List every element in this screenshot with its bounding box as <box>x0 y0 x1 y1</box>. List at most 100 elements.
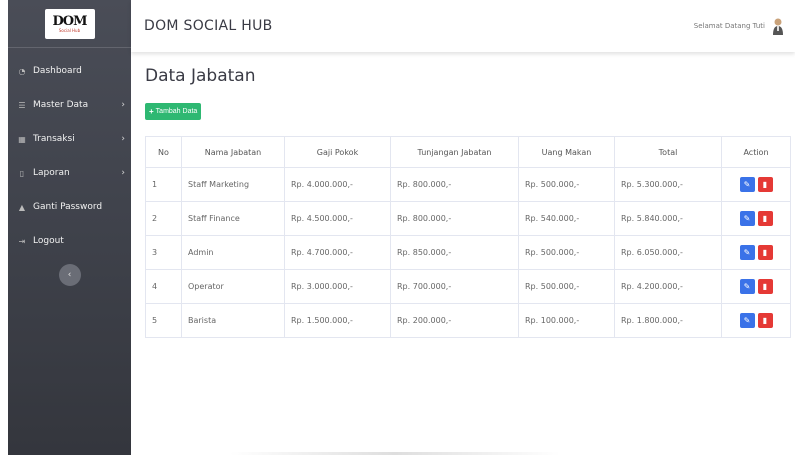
delete-button[interactable]: ▮ <box>757 279 773 294</box>
trash-icon: ▮ <box>762 282 768 291</box>
action-cell: ✎ ▮ <box>721 235 791 270</box>
sidebar-item-dashboard[interactable]: ◔ Dashboard <box>8 54 131 88</box>
table-cell: Rp. 4.000.000,- <box>284 167 391 202</box>
table-row: 5 Barista Rp. 1.500.000,- Rp. 200.000,- Rp. … <box>145 303 791 338</box>
action-buttons: ✎ ▮ <box>728 279 784 294</box>
delete-button[interactable]: ▮ <box>757 177 773 192</box>
sidebar-item-label: Ganti Password <box>33 202 103 212</box>
delete-button[interactable]: ▮ <box>757 313 773 328</box>
table-cell: Rp. 3.000.000,- <box>284 269 391 304</box>
sidebar-item-master-data[interactable]: ☰ Master Data › <box>8 88 131 122</box>
sidebar-toggle-button[interactable]: ‹ <box>58 264 81 286</box>
table-cell: Rp. 1.800.000,- <box>614 303 722 338</box>
column-header: Gaji Pokok <box>284 136 391 168</box>
table-cell: Rp. 5.300.000,- <box>614 167 722 202</box>
trash-icon: ▮ <box>762 248 768 257</box>
table-cell: Rp. 700.000,- <box>390 269 519 304</box>
logo[interactable]: DOM Social Hub <box>44 8 95 39</box>
table-cell: Barista <box>181 303 285 338</box>
action-cell: ✎ ▮ <box>721 303 791 338</box>
delete-button[interactable]: ▮ <box>757 211 773 226</box>
chevron-right-icon: › <box>121 100 125 110</box>
file-icon: ▯ <box>19 168 25 178</box>
edit-icon: ✎ <box>743 214 751 223</box>
jabatan-table: No Nama Jabatan Gaji Pokok Tunjangan Jab… <box>145 136 791 338</box>
action-cell: ✎ ▮ <box>721 269 791 304</box>
table-cell: Rp. 4.700.000,- <box>284 235 391 270</box>
chevron-left-icon: ‹ <box>67 270 72 280</box>
column-header: Tunjangan Jabatan <box>390 136 519 168</box>
sidebar-item-laporan[interactable]: ▯ Laporan › <box>8 156 131 190</box>
avatar[interactable] <box>771 17 785 35</box>
table-cell: Admin <box>181 235 285 270</box>
brand[interactable]: DOM Social Hub <box>8 0 131 48</box>
table-cell: 5 <box>145 303 182 338</box>
table-cell: Rp. 500.000,- <box>518 167 615 202</box>
table-cell: Rp. 540.000,- <box>518 201 615 236</box>
action-buttons: ✎ ▮ <box>728 245 784 260</box>
delete-button[interactable]: ▮ <box>757 245 773 260</box>
sidebar-item-label: Dashboard <box>33 66 82 76</box>
column-header: Uang Makan <box>518 136 615 168</box>
add-data-button[interactable]: + Tambah Data <box>145 103 202 120</box>
table-cell: 1 <box>145 167 182 202</box>
table-row: 4 Operator Rp. 3.000.000,- Rp. 700.000,- Rp.… <box>145 269 791 304</box>
table-cell: 2 <box>145 201 182 236</box>
logo-subtext: Social Hub <box>58 27 81 33</box>
column-header: Total <box>614 136 722 168</box>
chevron-right-icon: › <box>121 134 125 144</box>
action-buttons: ✎ ▮ <box>728 211 784 226</box>
table-row: 3 Admin Rp. 4.700.000,- Rp. 850.000,- Rp. 50… <box>145 235 791 270</box>
table-cell: Rp. 800.000,- <box>390 167 519 202</box>
edit-icon: ✎ <box>743 282 751 291</box>
sidebar-item-label: Logout <box>33 236 64 246</box>
edit-button[interactable]: ✎ <box>739 177 755 192</box>
table-cell: Rp. 200.000,- <box>390 303 519 338</box>
edit-icon: ✎ <box>743 180 751 189</box>
table-cell: Rp. 100.000,- <box>518 303 615 338</box>
plus-icon: + <box>149 107 154 116</box>
table-row: 2 Staff Finance Rp. 4.500.000,- Rp. 800.000… <box>145 201 791 236</box>
column-header: Nama Jabatan <box>181 136 285 168</box>
page-title: Data Jabatan <box>145 66 256 86</box>
table-cell: 3 <box>145 235 182 270</box>
main-content: Data Jabatan + Tambah Data No Nama Jabat… <box>131 52 795 455</box>
user-avatar-icon <box>773 18 783 35</box>
sidebar-item-transaksi[interactable]: ▦ Transaksi › <box>8 122 131 156</box>
table-icon: ▦ <box>18 134 26 144</box>
edit-icon: ✎ <box>743 316 751 325</box>
sidebar-nav: ◔ Dashboard ☰ Master Data › ▦ Transaksi … <box>8 54 131 258</box>
table-cell: Rp. 500.000,- <box>518 235 615 270</box>
table-cell: Rp. 4.500.000,- <box>284 201 391 236</box>
lock-icon: ▲ <box>18 202 26 212</box>
action-cell: ✎ ▮ <box>721 201 791 236</box>
table-cell: Rp. 1.500.000,- <box>284 303 391 338</box>
table-cell: Staff Finance <box>181 201 285 236</box>
edit-button[interactable]: ✎ <box>739 245 755 260</box>
user-greeting[interactable]: Selamat Datang Tuti <box>694 22 765 30</box>
sidebar-item-ganti-password[interactable]: ▲ Ganti Password <box>8 190 131 224</box>
topbar: DOM SOCIAL HUB Selamat Datang Tuti <box>131 0 795 52</box>
edit-icon: ✎ <box>743 248 751 257</box>
sidebar-item-label: Transaksi <box>33 134 75 144</box>
sidebar-toggle-wrap: ‹ <box>8 264 131 286</box>
chevron-right-icon: › <box>121 168 125 178</box>
table-cell: Rp. 850.000,- <box>390 235 519 270</box>
logout-icon: ⇥ <box>18 236 26 246</box>
sidebar-item-logout[interactable]: ⇥ Logout <box>8 224 131 258</box>
list-icon: ☰ <box>18 100 26 110</box>
action-buttons: ✎ ▮ <box>728 313 784 328</box>
table-cell: Staff Marketing <box>181 167 285 202</box>
column-header: Action <box>721 136 791 168</box>
action-buttons: ✎ ▮ <box>728 177 784 192</box>
app-title: DOM SOCIAL HUB <box>144 18 273 34</box>
edit-button[interactable]: ✎ <box>739 313 755 328</box>
sidebar-item-label: Master Data <box>33 100 89 110</box>
sidebar-item-label: Laporan <box>33 168 70 178</box>
table-cell: Rp. 800.000,- <box>390 201 519 236</box>
action-cell: ✎ ▮ <box>721 167 791 202</box>
edit-button[interactable]: ✎ <box>739 211 755 226</box>
table-cell: Operator <box>181 269 285 304</box>
table-cell: Rp. 500.000,- <box>518 269 615 304</box>
edit-button[interactable]: ✎ <box>739 279 755 294</box>
